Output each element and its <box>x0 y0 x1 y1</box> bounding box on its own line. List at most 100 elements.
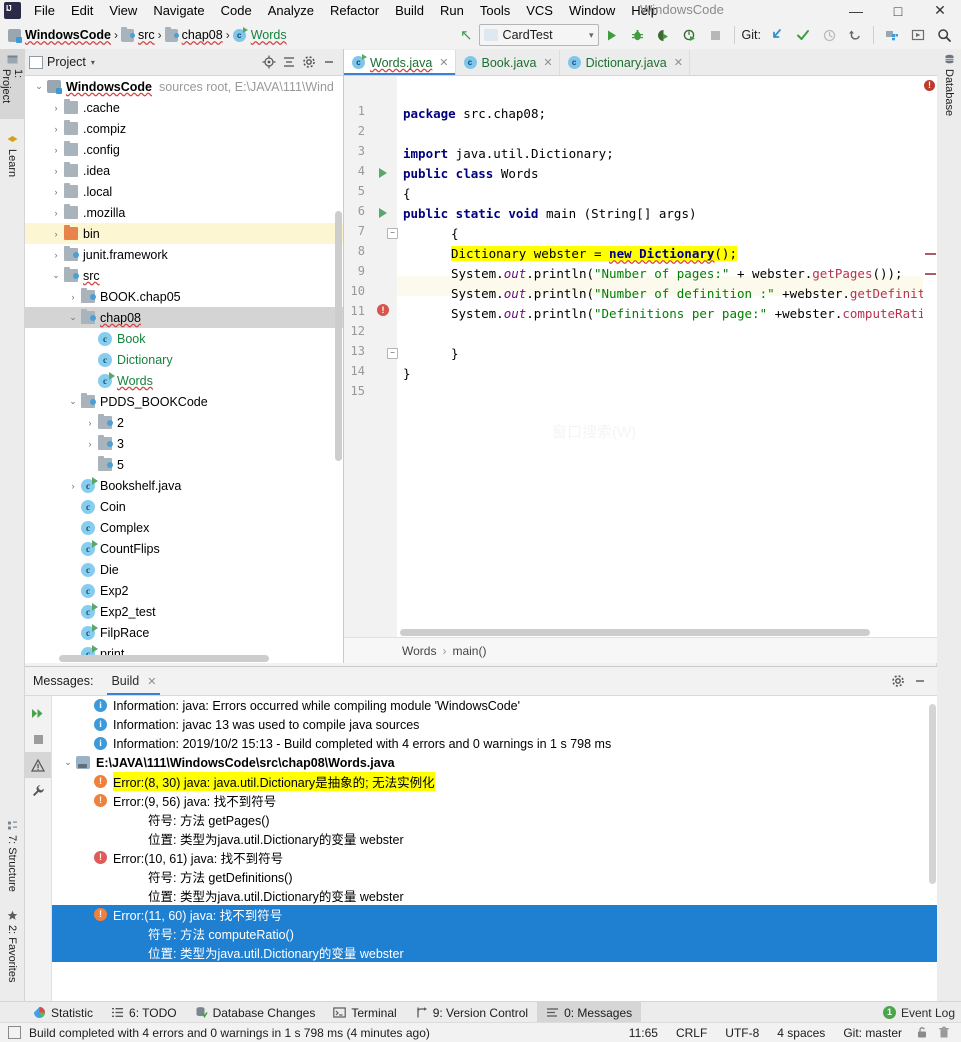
error-marker-tick[interactable] <box>925 253 936 255</box>
message-row[interactable]: 位置: 类型为java.util.Dictionary的变量 webster <box>52 829 937 848</box>
rollback-icon[interactable] <box>843 23 867 47</box>
settings-wrench-icon[interactable] <box>25 778 51 804</box>
menu-item-window[interactable]: Window <box>561 1 623 20</box>
close-icon[interactable]: ✕ <box>674 56 683 69</box>
select-in-icon[interactable] <box>906 23 930 47</box>
toggle-warnings-icon[interactable] <box>25 752 51 778</box>
tree-item[interactable]: ⌄ chap08 <box>25 307 343 328</box>
chevron-down-icon[interactable]: ▾ <box>91 58 95 67</box>
tree-item[interactable]: › BOOK.chap05 <box>25 286 343 307</box>
tree-expand-arrow[interactable]: ⌄ <box>31 81 47 92</box>
tree-expand-arrow[interactable]: › <box>65 292 81 302</box>
breadcrumb-item-src[interactable]: src <box>118 26 158 44</box>
tree-expand-arrow[interactable]: › <box>48 166 64 176</box>
tree-expand-arrow[interactable]: · <box>65 628 81 638</box>
bottom-item-todo[interactable]: 6: TODO <box>102 1002 186 1023</box>
menu-item-code[interactable]: Code <box>213 1 260 20</box>
bottom-item-messages[interactable]: 0: Messages <box>537 1002 642 1023</box>
tree-expand-arrow[interactable]: · <box>65 544 81 554</box>
run-gutter-icon[interactable] <box>379 168 391 180</box>
breadcrumb-item-method[interactable]: main() <box>452 644 486 658</box>
settings-gear-icon[interactable] <box>887 670 909 692</box>
event-log-label[interactable]: Event Log <box>901 1006 955 1020</box>
messages-scrollbar[interactable] <box>928 696 937 1003</box>
close-icon[interactable]: ✕ <box>147 675 156 688</box>
tree-expand-arrow[interactable]: › <box>82 418 98 428</box>
bottom-item-terminal[interactable]: Terminal <box>324 1002 405 1023</box>
bottom-item-database-changes[interactable]: Database Changes <box>186 1002 325 1023</box>
tree-item[interactable]: ·5 <box>25 454 343 475</box>
message-row[interactable]: i Information: 2019/10/2 15:13 - Build co… <box>52 734 937 753</box>
scrollbar-thumb[interactable] <box>400 629 870 636</box>
bottom-item-version-control[interactable]: 9: Version Control <box>406 1002 537 1023</box>
message-row[interactable]: 位置: 类型为java.util.Dictionary的变量 webster <box>52 886 937 905</box>
tree-expand-arrow[interactable]: › <box>48 250 64 260</box>
message-row[interactable]: i Information: java: Errors occurred whil… <box>52 696 937 715</box>
tab-words-java[interactable]: c Words.java ✕ <box>344 50 456 75</box>
sidebar-item-favorites[interactable]: 2: Favorites <box>0 905 24 999</box>
message-row[interactable]: 符号: 方法 getDefinitions() <box>52 867 937 886</box>
back-arrow-icon[interactable]: ↖ <box>460 26 473 44</box>
breadcrumb-item-windowscode[interactable]: WindowsCode <box>5 26 114 44</box>
scrollbar-thumb[interactable] <box>59 655 269 662</box>
tree-expand-arrow[interactable]: · <box>65 502 81 512</box>
tree-item[interactable]: › 3 <box>25 433 343 454</box>
menu-item-navigate[interactable]: Navigate <box>145 1 212 20</box>
project-tree-hscrollbar[interactable] <box>25 654 343 663</box>
menu-item-build[interactable]: Build <box>387 1 432 20</box>
tree-item[interactable]: › .idea <box>25 160 343 181</box>
tree-item[interactable]: › .config <box>25 139 343 160</box>
tree-expand-arrow[interactable]: › <box>48 124 64 134</box>
tree-expand-arrow[interactable]: · <box>65 607 81 617</box>
close-button[interactable]: ✕ <box>919 0 961 21</box>
tree-item[interactable]: ·cCountFlips <box>25 538 343 559</box>
line-separator[interactable]: CRLF <box>667 1026 716 1040</box>
git-branch[interactable]: Git: master <box>834 1026 911 1040</box>
sidebar-item-structure[interactable]: 7: Structure <box>0 815 24 901</box>
tree-expand-arrow[interactable]: › <box>48 187 64 197</box>
tree-item[interactable]: › junit.framework <box>25 244 343 265</box>
project-tree-scrollbar[interactable] <box>334 76 343 663</box>
tree-expand-arrow[interactable]: › <box>48 103 64 113</box>
run-configuration-selector[interactable]: CardTest ▾ <box>478 24 599 46</box>
message-row[interactable]: 符号: 方法 getPages() <box>52 810 937 829</box>
tree-expand-arrow[interactable]: ⌄ <box>48 270 64 281</box>
menu-item-view[interactable]: View <box>101 1 145 20</box>
tree-expand-arrow[interactable]: · <box>82 334 98 344</box>
status-indicator-icon[interactable] <box>8 1026 21 1039</box>
tree-item[interactable]: ·c Exp2 <box>25 580 343 601</box>
sidebar-item-project[interactable]: 1: Project <box>0 49 24 119</box>
error-marker-tick[interactable] <box>925 273 936 275</box>
tree-item[interactable]: › .mozilla <box>25 202 343 223</box>
project-structure-icon[interactable] <box>880 23 904 47</box>
tab-build[interactable]: Build ✕ <box>107 668 161 695</box>
trash-icon[interactable] <box>936 1026 952 1040</box>
expand-arrow[interactable]: ⌄ <box>60 757 76 768</box>
message-row[interactable]: ! Error:(8, 30) java: java.util.Dictionar… <box>52 772 937 791</box>
tree-expand-arrow[interactable]: › <box>65 481 81 491</box>
scrollbar-thumb[interactable] <box>929 704 936 884</box>
editor-gutter[interactable]: 1 2 3 4 5 6 7 8 9 10 11 12 13 14 15 ! − … <box>344 76 398 637</box>
tree-expand-arrow[interactable]: · <box>82 355 98 365</box>
error-stripe-marker[interactable]: ! <box>923 76 937 637</box>
editor-hscrollbar[interactable] <box>397 628 923 637</box>
menu-item-vcs[interactable]: VCS <box>518 1 561 20</box>
tab-book-java[interactable]: c Book.java ✕ <box>455 50 560 75</box>
caret-position[interactable]: 11:65 <box>620 1026 667 1040</box>
tree-expand-arrow[interactable]: ⌄ <box>65 312 81 323</box>
hide-icon[interactable] <box>909 670 931 692</box>
tree-item[interactable]: ·c Dictionary <box>25 349 343 370</box>
tree-item[interactable]: › bin <box>25 223 343 244</box>
tree-expand-arrow[interactable]: · <box>65 523 81 533</box>
scrollbar-thumb[interactable] <box>335 211 342 461</box>
message-row[interactable]: 位置: 类型为java.util.Dictionary的变量 webster <box>52 943 937 962</box>
error-gutter-icon[interactable]: ! <box>377 304 389 316</box>
minimize-button[interactable]: — <box>835 0 877 21</box>
message-row[interactable]: ! Error:(9, 56) java: 找不到符号 <box>52 791 937 810</box>
tree-item[interactable]: ⌄ WindowsCode sources root, E:\JAVA\111\Wi… <box>25 76 343 97</box>
tree-item[interactable]: ⌄ PDDS_BOOKCode <box>25 391 343 412</box>
breadcrumb-item-chap08[interactable]: chap08 <box>162 26 226 44</box>
message-row[interactable]: ! Error:(10, 61) java: 找不到符号 <box>52 848 937 867</box>
profile-icon[interactable] <box>678 23 702 47</box>
run-gutter-icon[interactable] <box>379 208 391 220</box>
